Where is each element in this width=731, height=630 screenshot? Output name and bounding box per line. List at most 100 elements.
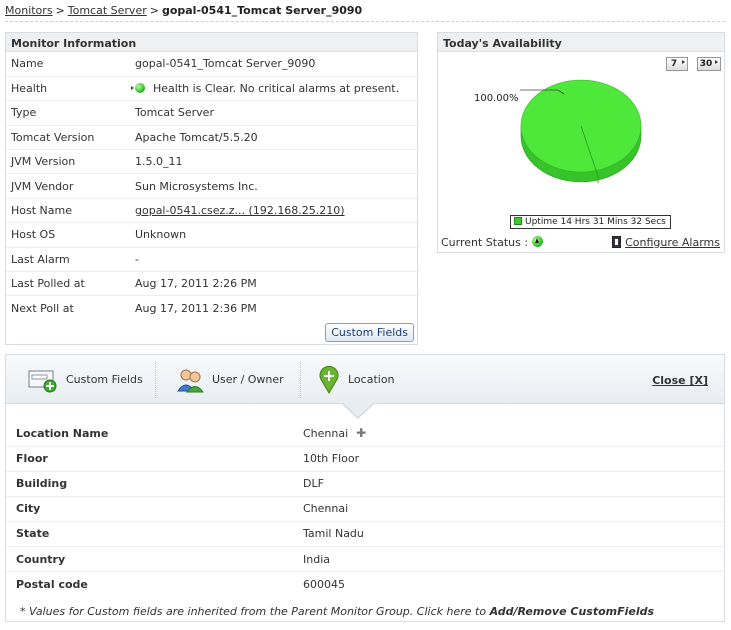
table-row: JVM Version 1.5.0_11 — [6, 149, 417, 175]
breadcrumb-separator: > — [55, 4, 65, 17]
building-value: DLF — [293, 471, 724, 497]
table-row: Building DLF — [6, 471, 724, 497]
row-label: Host Name — [6, 198, 130, 224]
location-table: Location Name Chennai ✚ Floor 10th Floor Bu… — [6, 421, 724, 597]
current-status-label: Current Status : — [441, 236, 529, 249]
table-row: Last Polled at Aug 17, 2011 2:26 PM — [6, 271, 417, 297]
tab-divider — [300, 361, 301, 398]
availability-pie-chart: 100.00% — [474, 79, 642, 183]
row-label: Type — [6, 100, 130, 126]
location-name-value: Chennai — [303, 427, 349, 441]
add-remove-custom-fields-link[interactable]: Add/Remove CustomFields — [490, 605, 654, 618]
configure-alarms-link[interactable]: Configure Alarms — [625, 236, 720, 249]
health-clear-icon[interactable] — [131, 83, 145, 94]
last-polled-value: Aug 17, 2011 2:26 PM — [130, 271, 417, 297]
table-row: Last Alarm - — [6, 247, 417, 273]
monitor-name-value: gopal-0541_Tomcat Server_9090 — [130, 52, 417, 77]
table-row: JVM Vendor Sun Microsystems Inc. — [6, 173, 417, 199]
health-cell: Health is Clear. No critical alarms at p… — [130, 76, 417, 102]
host-name-link[interactable]: gopal-0541.csez.z... (192.168.25.210) — [135, 204, 345, 217]
table-row: Tomcat Version Apache Tomcat/5.5.20 — [6, 125, 417, 151]
monitor-information-panel: Monitor Information Name gopal-0541_Tomca… — [5, 32, 418, 345]
table-row: Health Health is Clear. No critical alarm… — [6, 76, 417, 102]
custom-fields-tab-bar: Custom Fields User / Owner Location Clos… — [6, 355, 724, 404]
next-poll-value: Aug 17, 2011 2:36 PM — [135, 301, 257, 315]
monitor-information-table: Name gopal-0541_Tomcat Server_9090 Health… — [6, 52, 417, 320]
row-label: Location Name — [6, 421, 293, 447]
30-days-button[interactable]: 30 — [697, 57, 721, 71]
tab-custom-fields[interactable]: Custom Fields — [28, 355, 143, 404]
availability-title: Today's Availability — [438, 33, 724, 52]
row-label: Country — [6, 546, 293, 573]
breadcrumb-divider — [5, 21, 725, 22]
host-name-cell: gopal-0541.csez.z... (192.168.25.210) — [130, 198, 417, 224]
row-label: Postal code — [16, 577, 88, 591]
location-name-cell: Chennai ✚ — [293, 421, 724, 447]
row-label: Name — [6, 52, 130, 77]
table-row: Country India — [6, 546, 724, 573]
tab-location[interactable]: Location — [318, 355, 395, 404]
status-up-icon[interactable] — [531, 236, 543, 247]
tab-user-owner-label: User / Owner — [212, 373, 284, 386]
row-label: JVM Vendor — [6, 173, 130, 199]
table-row: Type Tomcat Server — [6, 100, 417, 126]
configure-alarms-icon — [612, 236, 622, 248]
jvm-vendor-value: Sun Microsystems Inc. — [130, 173, 417, 199]
jvm-version-value: 1.5.0_11 — [130, 149, 417, 175]
table-row: Postal code 600045 — [6, 572, 724, 597]
health-value: Health is Clear. No critical alarms at p… — [153, 82, 400, 96]
current-status: Current Status : — [441, 236, 543, 249]
host-os-value: Unknown — [130, 222, 417, 248]
last-alarm-value: - — [130, 247, 417, 273]
pie-percent-label: 100.00% — [474, 93, 519, 104]
breadcrumb-separator: > — [149, 4, 159, 17]
tomcat-version-value: Apache Tomcat/5.5.20 — [130, 125, 417, 151]
todays-availability-panel: Today's Availability 7 30 100.00% Uptime… — [437, 32, 725, 253]
tab-custom-fields-label: Custom Fields — [66, 373, 143, 386]
7-days-button[interactable]: 7 — [666, 57, 688, 71]
active-tab-pointer — [343, 403, 373, 417]
row-label: Last Alarm — [6, 247, 130, 273]
country-value: India — [293, 546, 724, 573]
legend-uptime-swatch — [514, 217, 522, 225]
row-label: City — [6, 496, 293, 522]
user-owner-icon — [177, 369, 204, 392]
row-label: State — [6, 521, 293, 547]
type-value: Tomcat Server — [130, 100, 417, 126]
row-label: Floor — [6, 446, 293, 472]
location-pin-icon — [319, 365, 339, 394]
legend-uptime-label: Uptime 14 Hrs 31 Mins 32 Secs — [525, 217, 666, 227]
30-days-label: 30 — [699, 59, 713, 69]
postal-code-value: 600045 — [303, 577, 345, 591]
close-panel-link[interactable]: Close [X] — [652, 374, 708, 387]
monitor-information-title: Monitor Information — [6, 33, 417, 52]
city-value: Chennai — [293, 496, 724, 522]
table-row: State Tamil Nadu — [6, 521, 724, 547]
custom-fields-location-panel: Custom Fields User / Owner Location Clos… — [5, 354, 725, 622]
breadcrumb-tomcat-server-link[interactable]: Tomcat Server — [68, 4, 147, 17]
configure-alarms[interactable]: Configure Alarms — [612, 236, 720, 249]
row-label: Host OS — [6, 222, 130, 248]
row-label: Next Poll at — [11, 301, 74, 315]
row-label: Health — [6, 76, 130, 102]
tab-user-owner[interactable]: User / Owner — [176, 355, 284, 404]
row-label: Last Polled at — [6, 271, 130, 297]
table-row: Name gopal-0541_Tomcat Server_9090 — [6, 52, 417, 77]
table-row: Location Name Chennai ✚ — [6, 421, 724, 447]
custom-fields-icon — [28, 370, 57, 392]
row-label: Tomcat Version — [6, 125, 130, 151]
custom-fields-button[interactable]: Custom Fields — [325, 323, 414, 342]
breadcrumb: Monitors > Tomcat Server > gopal-0541_Tomcat… — [5, 4, 362, 17]
floor-value: 10th Floor — [293, 446, 724, 472]
tab-divider — [155, 361, 156, 398]
table-row: Host Name gopal-0541.csez.z... (192.168.2… — [6, 198, 417, 224]
breadcrumb-current: gopal-0541_Tomcat Server_9090 — [161, 4, 363, 17]
custom-fields-footnote: * Values for Custom fields are inherited… — [20, 605, 654, 618]
table-row: Floor 10th Floor — [6, 446, 724, 472]
row-label: Building — [6, 471, 293, 497]
tab-location-label: Location — [348, 373, 395, 386]
table-row: Next Poll at Aug 17, 2011 2:36 PM — [6, 296, 417, 320]
table-row: Host OS Unknown — [6, 222, 417, 248]
breadcrumb-monitors-link[interactable]: Monitors — [5, 4, 53, 17]
add-location-icon[interactable]: ✚ — [356, 426, 366, 440]
